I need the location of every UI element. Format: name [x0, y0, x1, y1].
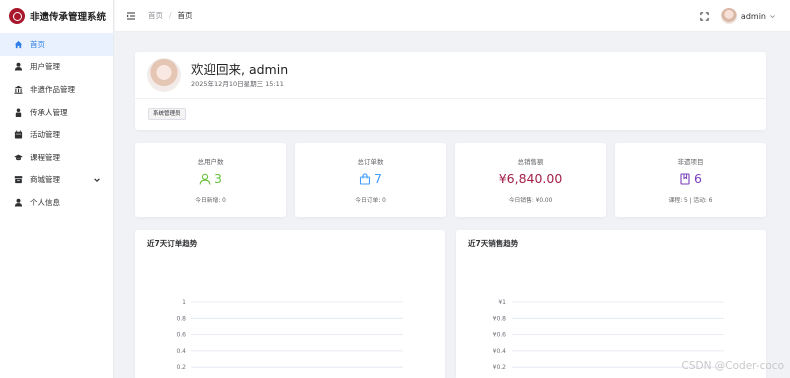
top-bar: 首页 / 首页 admin [115, 0, 790, 32]
sidebar-item-label: 用户管理 [30, 62, 60, 72]
bank-icon [14, 85, 23, 94]
profile-avatar [147, 58, 181, 92]
y-tick-label: ¥1 [498, 299, 506, 306]
sidebar-item-inheritors[interactable]: 传承人管理 [0, 101, 113, 124]
breadcrumb-separator: / [169, 11, 172, 20]
calendar-icon [14, 130, 23, 139]
stat-number: 6 [694, 171, 702, 186]
y-tick-label: 1 [182, 299, 186, 306]
stat-card-orders: 总订单数 7 今日订单: 0 [295, 143, 446, 217]
home-icon [14, 40, 23, 49]
sidebar-item-users[interactable]: 用户管理 [0, 56, 113, 79]
stat-card-projects: 非遗项目 6 课程: 5 | 活动: 6 [615, 143, 766, 217]
orders-trend-chart: 1 0.8 0.6 0.4 0.2 [176, 299, 403, 371]
brand[interactable]: 非遗传承管理系统 [0, 0, 113, 32]
breadcrumb: 首页 / 首页 [148, 10, 193, 21]
stat-sub: 今日销售: ¥0.00 [508, 198, 553, 204]
stat-value: 7 [295, 171, 446, 186]
sidebar-item-activities[interactable]: 活动管理 [0, 123, 113, 146]
welcome-datetime: 2025年12月10日星期三 15:11 [191, 80, 284, 88]
divider [135, 98, 766, 99]
y-tick-label: 0.4 [176, 348, 186, 355]
profile-icon [14, 198, 23, 207]
stat-number: ¥6,840.00 [498, 171, 563, 186]
graduation-cap-icon [14, 153, 23, 162]
sidebar-item-profile[interactable]: 个人信息 [0, 191, 113, 214]
sidebar-item-shop[interactable]: 商城管理 [0, 169, 113, 192]
shop-icon [14, 175, 23, 184]
fullscreen-icon[interactable] [700, 11, 709, 21]
stat-label: 总订单数 [357, 158, 384, 166]
chevron-down-icon[interactable] [769, 13, 776, 20]
stat-value: 6 [615, 171, 766, 186]
stat-label: 非遗项目 [677, 158, 704, 166]
app-title: 非遗传承管理系统 [30, 12, 107, 23]
stat-sub: 今日订单: 0 [355, 198, 386, 204]
stat-value: ¥6,840.00 [455, 171, 606, 186]
stat-label: 总用户数 [197, 158, 224, 166]
y-tick-label: 0.2 [176, 364, 186, 371]
sidebar-item-courses[interactable]: 课程管理 [0, 146, 113, 169]
stat-number: 3 [214, 171, 222, 186]
stat-card-users: 总用户数 3 今日新增: 0 [135, 143, 286, 217]
document-icon [679, 172, 691, 185]
stat-number: 7 [374, 171, 382, 186]
breadcrumb-item-home[interactable]: 首页 [148, 11, 163, 20]
user-icon [14, 62, 23, 71]
chart-card-sales: 近7天销售趋势 ¥1 ¥0.8 ¥0.6 ¥0.4 ¥0.2 [456, 230, 766, 378]
user-name[interactable]: admin [741, 12, 766, 21]
sidebar-item-works[interactable]: 非遗作品管理 [0, 78, 113, 101]
stat-sub: 课程: 5 | 活动: 6 [668, 198, 713, 204]
y-tick-label: ¥0.8 [493, 315, 507, 322]
sidebar-item-home[interactable]: 首页 [0, 33, 113, 56]
y-tick-label: ¥0.6 [493, 332, 507, 339]
sidebar-item-label: 课程管理 [30, 152, 60, 162]
sidebar-item-label: 传承人管理 [30, 107, 68, 117]
role-tag: 系统管理员 [148, 108, 186, 120]
shopping-bag-icon [359, 172, 371, 185]
stat-label: 总销售额 [517, 158, 544, 166]
y-tick-label: ¥0.2 [493, 364, 507, 371]
stat-card-sales: 总销售额 ¥6,840.00 今日销售: ¥0.00 [455, 143, 606, 217]
menu-collapse-icon[interactable] [126, 11, 136, 21]
breadcrumb-current: 首页 [177, 11, 193, 20]
sidebar: 非遗传承管理系统 首页 用户管理 非遗作品管理 传承人管理 活动管理 课程管理 … [0, 0, 114, 378]
user-area: admin [700, 0, 776, 32]
chart-card-orders: 近7天订单趋势 1 0.8 0.6 0.4 0.2 [135, 230, 445, 378]
logo-icon [9, 8, 25, 24]
sidebar-item-label: 个人信息 [30, 197, 60, 207]
sales-trend-chart: ¥1 ¥0.8 ¥0.6 ¥0.4 ¥0.2 [493, 299, 724, 371]
welcome-title: 欢迎回来, admin [191, 62, 289, 77]
y-tick-label: 0.6 [176, 332, 186, 339]
avatar[interactable] [720, 8, 737, 24]
sidebar-item-label: 首页 [30, 39, 45, 49]
stat-value: 3 [135, 171, 286, 186]
stat-sub: 今日新增: 0 [195, 198, 226, 204]
sidebar-item-label: 活动管理 [30, 130, 60, 140]
watermark: CSDN @Coder-coco [681, 360, 784, 372]
welcome-card: 欢迎回来, admin 2025年12月10日星期三 15:11 系统管理员 [135, 52, 766, 130]
sidebar-item-label: 商城管理 [30, 175, 60, 185]
person-icon [14, 108, 23, 117]
user-outline-icon [199, 173, 211, 185]
y-tick-label: 0.8 [176, 315, 186, 322]
chevron-down-icon[interactable] [93, 176, 101, 184]
sidebar-item-label: 非遗作品管理 [30, 84, 75, 94]
y-tick-label: ¥0.4 [493, 348, 507, 355]
sidebar-menu: 首页 用户管理 非遗作品管理 传承人管理 活动管理 课程管理 商城管理 个人信息 [0, 33, 113, 214]
